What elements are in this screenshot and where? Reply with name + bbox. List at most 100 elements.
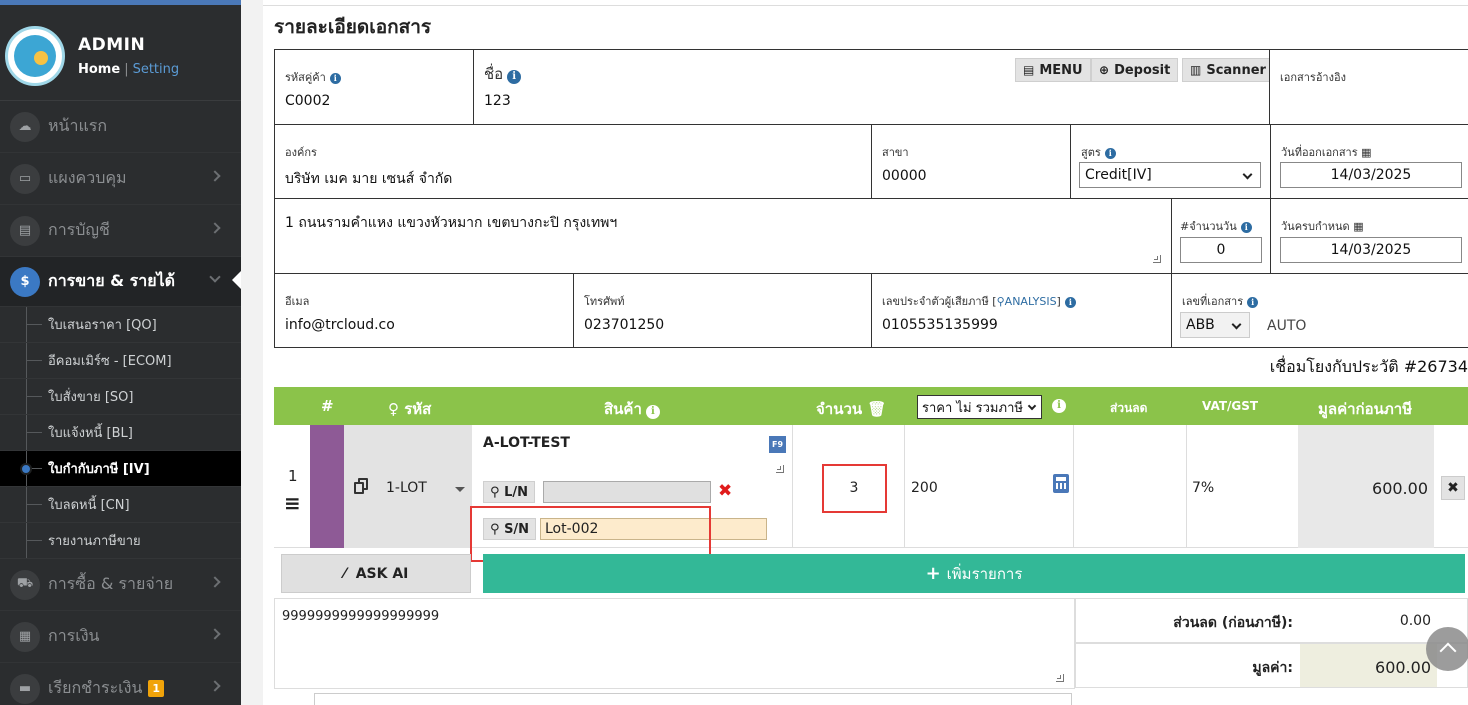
resize-handle[interactable] xyxy=(776,465,784,473)
submenu-label: ใบลดหนี้ [CN] xyxy=(48,498,130,513)
info-icon[interactable]: i xyxy=(507,70,522,84)
sidebar-item-dashboard[interactable]: ▭ แผงควบคุม xyxy=(0,153,241,205)
value-label: มูลค่า: xyxy=(1252,660,1293,676)
header-net: มูลค่าก่อนภาษี xyxy=(1318,400,1413,418)
sidebar-item-purchases[interactable]: ⛟ การซื้อ & รายจ่าย xyxy=(0,559,241,611)
due-date-cell: วันครบกำหนด ▦ 14/03/2025 xyxy=(1270,198,1468,274)
days-input[interactable]: 0 xyxy=(1180,237,1262,263)
ask-ai-button[interactable]: ⁄ ASK AI xyxy=(281,554,471,593)
scroll-to-top-button[interactable] xyxy=(1426,627,1468,671)
org-label: องค์กร xyxy=(285,146,317,159)
sidebar-item-home[interactable]: ☁ หน้าแรก xyxy=(0,101,241,153)
branch-cell: สาขา 00000 xyxy=(871,124,1071,199)
submenu-item-credit-note[interactable]: ใบลดหนี้ [CN] xyxy=(0,487,241,523)
deposit-button[interactable]: ⊕ Deposit xyxy=(1091,58,1179,82)
bottom-input[interactable] xyxy=(314,693,1072,705)
top-strip xyxy=(263,0,1468,6)
product-name[interactable]: A-LOT-TEST xyxy=(483,435,570,451)
info-icon[interactable]: i xyxy=(1240,222,1252,233)
calendar-icon: ▦ xyxy=(10,621,40,652)
resize-handle[interactable] xyxy=(1056,674,1064,682)
reference-label: เอกสารอ้างอิง xyxy=(1280,71,1346,84)
due-date-label: วันครบกำหนด ▦ xyxy=(1281,220,1364,233)
tax-id-value[interactable]: 0105535135999 xyxy=(882,317,998,333)
copy-icon[interactable] xyxy=(354,478,368,494)
main-content: รายละเอียดเอกสาร รหัสคู่ค้า i C0002 ชื่อ i… xyxy=(263,0,1468,705)
setting-link[interactable]: Setting xyxy=(133,62,180,77)
customer-code-value[interactable]: C0002 xyxy=(285,93,330,109)
calculator-icon[interactable] xyxy=(1053,474,1069,493)
drag-handle-icon[interactable]: ≡ xyxy=(284,491,301,515)
page-title: รายละเอียดเอกสาร xyxy=(274,16,432,38)
org-value[interactable]: บริษัท เมค มาย เซนส์ จำกัด xyxy=(285,168,452,190)
phone-value[interactable]: 023701250 xyxy=(584,317,664,333)
submenu-item-quotation[interactable]: ใบเสนอราคา [QO] xyxy=(0,307,241,343)
chevron-right-icon xyxy=(209,628,221,640)
f9-badge[interactable]: F9 xyxy=(769,436,786,453)
submenu-item-billing[interactable]: ใบแจ้งหนี้ [BL] xyxy=(0,415,241,451)
info-icon[interactable]: i xyxy=(1247,297,1259,308)
name-value[interactable]: 123 xyxy=(484,93,511,109)
history-link[interactable]: เชื่อมโยงกับประวัติ #26734 xyxy=(1270,355,1468,380)
add-item-button[interactable]: + เพิ่มรายการ xyxy=(483,554,1465,593)
note-text: 9999999999999999999 xyxy=(282,609,440,624)
doc-prefix-select[interactable]: ABB xyxy=(1180,312,1250,338)
notification-badge: 1 xyxy=(148,680,165,697)
profile-panel: ADMIN Home | Setting xyxy=(0,5,241,101)
email-value[interactable]: info@trcloud.co xyxy=(285,317,395,333)
submenu-item-tax-invoice[interactable]: ใบกำกับภาษี [IV] xyxy=(0,451,241,487)
sidebar-item-accounting[interactable]: ▤ การบัญชี xyxy=(0,205,241,257)
customer-code-cell: รหัสคู่ค้า i C0002 xyxy=(274,49,474,125)
document-icon: ▤ xyxy=(1023,63,1035,77)
table-row: 1 ≡ 1-LOT A-LOT-TEST F9 ⚲ L/N ✖ ⚲ S/N Lo… xyxy=(274,425,1468,562)
vat-value[interactable]: 7% xyxy=(1192,480,1214,496)
analysis-link[interactable]: ⚲ANALYSIS xyxy=(997,295,1057,308)
sidebar-item-label: การซื้อ & รายจ่าย xyxy=(48,574,174,593)
cart-icon: ⛟ xyxy=(10,569,40,600)
chevron-down-icon xyxy=(1027,401,1037,411)
sidebar-item-payment-request[interactable]: ▬ เรียกชำระเงิน 1 xyxy=(0,663,241,705)
branch-value[interactable]: 00000 xyxy=(882,168,927,184)
note-textarea[interactable]: 9999999999999999999 xyxy=(274,598,1075,689)
resize-handle[interactable] xyxy=(1153,255,1161,263)
submenu-item-sales-order[interactable]: ใบสั่งขาย [SO] xyxy=(0,379,241,415)
close-icon[interactable]: ✖ xyxy=(718,481,732,501)
item-code-select[interactable]: 1-LOT xyxy=(344,425,472,548)
info-icon[interactable]: i xyxy=(329,73,341,84)
home-link[interactable]: Home xyxy=(78,62,120,77)
item-code-value: 1-LOT xyxy=(386,480,427,496)
reference-cell: เอกสารอ้างอิง xyxy=(1269,49,1468,125)
header-no: # xyxy=(321,397,334,415)
net-value: 600.00 xyxy=(1372,479,1428,498)
issue-date-input[interactable]: 14/03/2025 xyxy=(1280,162,1462,188)
sidebar-item-sales[interactable]: $ การขาย & รายได้ xyxy=(0,257,241,307)
chevron-right-icon xyxy=(209,576,221,588)
avatar[interactable] xyxy=(5,26,65,86)
address-cell[interactable]: 1 ถนนรามคำแหง แขวงหัวหมาก เขตบางกะปิ กรุ… xyxy=(274,198,1172,274)
info-icon[interactable]: i xyxy=(1052,399,1066,413)
avatar-image xyxy=(14,35,56,77)
calendar-icon: ▦ xyxy=(1361,146,1372,159)
submenu-item-ecommerce[interactable]: อีคอมเมิร์ซ - [ECOM] xyxy=(0,343,241,379)
formula-select[interactable]: Credit[IV] xyxy=(1079,162,1261,188)
barcode-icon: ▥ xyxy=(1190,63,1202,77)
dollar-icon: $ xyxy=(10,266,40,297)
trash-icon[interactable]: 🗑 xyxy=(867,400,886,418)
ln-button[interactable]: ⚲ L/N xyxy=(483,481,535,503)
info-icon[interactable]: i xyxy=(1104,148,1116,159)
menu-button[interactable]: ▤ MENU xyxy=(1015,58,1091,82)
submenu-item-sales-tax-report[interactable]: รายงานภาษีขาย xyxy=(0,523,241,559)
ln-input[interactable] xyxy=(543,481,711,503)
sidebar-item-finance[interactable]: ▦ การเงิน xyxy=(0,611,241,663)
info-icon[interactable]: i xyxy=(1064,297,1076,308)
price-mode-select[interactable]: ราคา ไม่ รวมภาษี xyxy=(917,395,1042,419)
price-value[interactable]: 200 xyxy=(911,480,938,496)
items-table-header: # ♀ รหัส สินค้า i จำนวน 🗑 ราคา ไม่ รวมภาษ… xyxy=(274,387,1468,425)
delete-row-button[interactable]: ✖ xyxy=(1441,476,1465,500)
submenu-label: ใบกำกับภาษี [IV] xyxy=(48,462,150,477)
info-icon[interactable]: i xyxy=(645,405,660,419)
search-plus-icon: ⊕ xyxy=(1099,63,1110,77)
divider xyxy=(904,425,905,548)
due-date-input[interactable]: 14/03/2025 xyxy=(1280,237,1462,263)
scanner-button[interactable]: ▥ Scanner xyxy=(1182,58,1274,82)
